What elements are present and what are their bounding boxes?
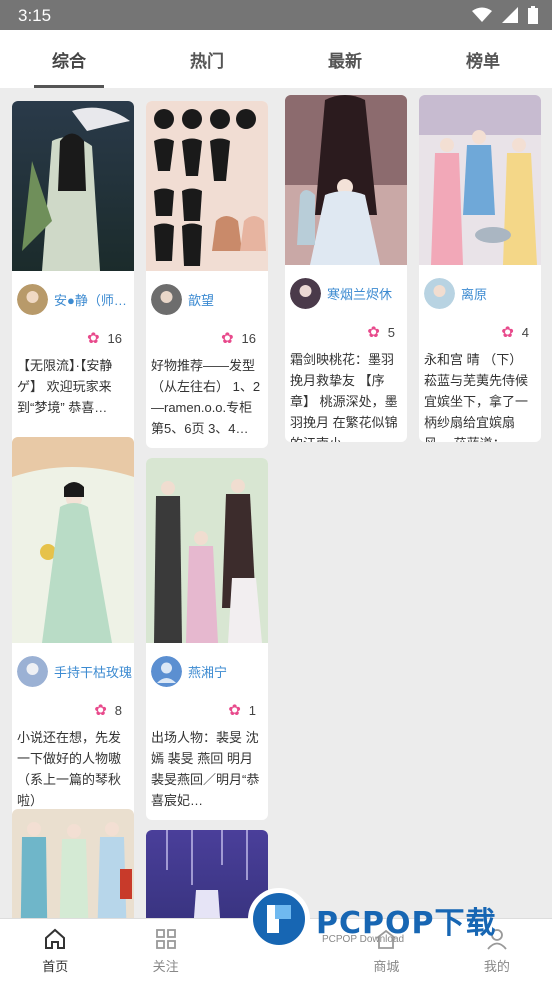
- post-image: [285, 95, 407, 265]
- post-card[interactable]: 安●静（师：… ✿ 16 【无限流】·【安静ゲ】 欢迎玩家来到“梦境” 恭喜…: [12, 101, 134, 448]
- post-description: 永和宫 晴 （下） 菘蓝与芜荑先侍候宜嫔坐下，拿了一柄纱扇给宜嫔扇风。 菘蓝道：…: [424, 352, 529, 442]
- post-image: [12, 437, 134, 643]
- status-time: 3:15: [18, 6, 52, 25]
- tab-latest[interactable]: 最新: [276, 30, 414, 88]
- flower-icon: ✿: [94, 702, 107, 719]
- like-count[interactable]: ✿ 16: [12, 327, 134, 349]
- category-tabs: 综合 热门 最新 榜单: [0, 30, 552, 88]
- nav-follow[interactable]: 关注: [110, 919, 220, 983]
- author-name[interactable]: 寒烟兰烬休: [327, 284, 392, 303]
- like-count[interactable]: ✿ 1: [146, 699, 268, 721]
- watermark-subtitle: PCPOP Download: [322, 934, 405, 945]
- like-count[interactable]: ✿ 8: [12, 699, 134, 721]
- home-icon: [45, 928, 66, 949]
- avatar[interactable]: [424, 277, 455, 309]
- status-bar: 3:15: [0, 0, 552, 30]
- author-name[interactable]: 手持干枯玫瑰: [54, 662, 132, 681]
- avatar[interactable]: [17, 283, 48, 315]
- post-description: 霜剑映桃花：墨羽挽月救挚友 【序章】 桃源深处，墨羽挽月 在繁花似锦的江南小…: [290, 352, 398, 442]
- flower-icon: ✿: [228, 702, 241, 719]
- post-image: [419, 95, 541, 265]
- tab-ranking[interactable]: 榜单: [414, 30, 552, 88]
- author-name[interactable]: 离原: [461, 284, 487, 303]
- post-description: 出场人物：裴旻 沈嫣 裴旻 燕回 明月 裴旻燕回／明月“恭喜宸妃…: [151, 730, 260, 808]
- post-feed: 安●静（师：… ✿ 16 【无限流】·【安静ゲ】 欢迎玩家来到“梦境” 恭喜…: [0, 88, 552, 918]
- grid-icon: [155, 929, 176, 949]
- post-card[interactable]: 燕湘宁 ✿ 1 出场人物：裴旻 沈嫣 裴旻 燕回 明月 裴旻燕回／明月“恭喜宸妃…: [146, 458, 268, 820]
- watermark: PCPOP下载 PCPOP Download: [248, 888, 548, 978]
- post-description: 好物推荐——发型（从左往右） 1、2—ramen.o.o.专柜第5、6页 3、4…: [151, 358, 261, 436]
- post-image: [12, 809, 134, 918]
- avatar[interactable]: [290, 277, 321, 309]
- avatar[interactable]: [151, 655, 182, 687]
- post-description: 小说还在想，先发一下做好的人物嗷（系上一篇的琴秋啦）: [17, 730, 122, 808]
- post-card[interactable]: 离原 ✿ 4 永和宫 晴 （下） 菘蓝与芜荑先侍候宜嫔坐下，拿了一柄纱扇给宜嫔扇…: [419, 95, 541, 442]
- nav-home[interactable]: 首页: [0, 919, 110, 983]
- post-card[interactable]: 歆望 ✿ 16 好物推荐——发型（从左往右） 1、2—ramen.o.o.专柜第…: [146, 101, 268, 448]
- flower-icon: ✿: [501, 324, 514, 341]
- avatar[interactable]: [17, 655, 48, 687]
- author-name[interactable]: 歆望: [188, 290, 214, 309]
- author-name[interactable]: 安●静（师：…: [54, 290, 134, 309]
- post-card[interactable]: [12, 809, 134, 918]
- avatar[interactable]: [151, 283, 182, 315]
- post-description: 【无限流】·【安静ゲ】 欢迎玩家来到“梦境” 恭喜…: [17, 358, 113, 415]
- wifi-icon: [472, 7, 492, 22]
- like-count[interactable]: ✿ 16: [146, 327, 268, 349]
- post-image: [12, 101, 134, 271]
- signal-icon: [502, 7, 518, 23]
- post-card[interactable]: 手持干枯玫瑰 ✿ 8 小说还在想，先发一下做好的人物嗷（系上一篇的琴秋啦）: [12, 437, 134, 820]
- post-card[interactable]: 寒烟兰烬休 ✿ 5 霜剑映桃花：墨羽挽月救挚友 【序章】 桃源深处，墨羽挽月 在…: [285, 95, 407, 442]
- author-name[interactable]: 燕湘宁: [188, 662, 227, 681]
- flower-icon: ✿: [220, 330, 234, 347]
- like-count[interactable]: ✿ 5: [285, 321, 407, 343]
- like-count[interactable]: ✿ 4: [419, 321, 541, 343]
- post-image: [146, 458, 268, 643]
- tab-hot[interactable]: 热门: [138, 30, 276, 88]
- flower-icon: ✿: [367, 324, 380, 341]
- post-image: [146, 101, 268, 271]
- battery-icon: [528, 6, 538, 24]
- tab-comprehensive[interactable]: 综合: [0, 30, 138, 88]
- flower-icon: ✿: [86, 330, 100, 347]
- watermark-logo: [248, 888, 310, 950]
